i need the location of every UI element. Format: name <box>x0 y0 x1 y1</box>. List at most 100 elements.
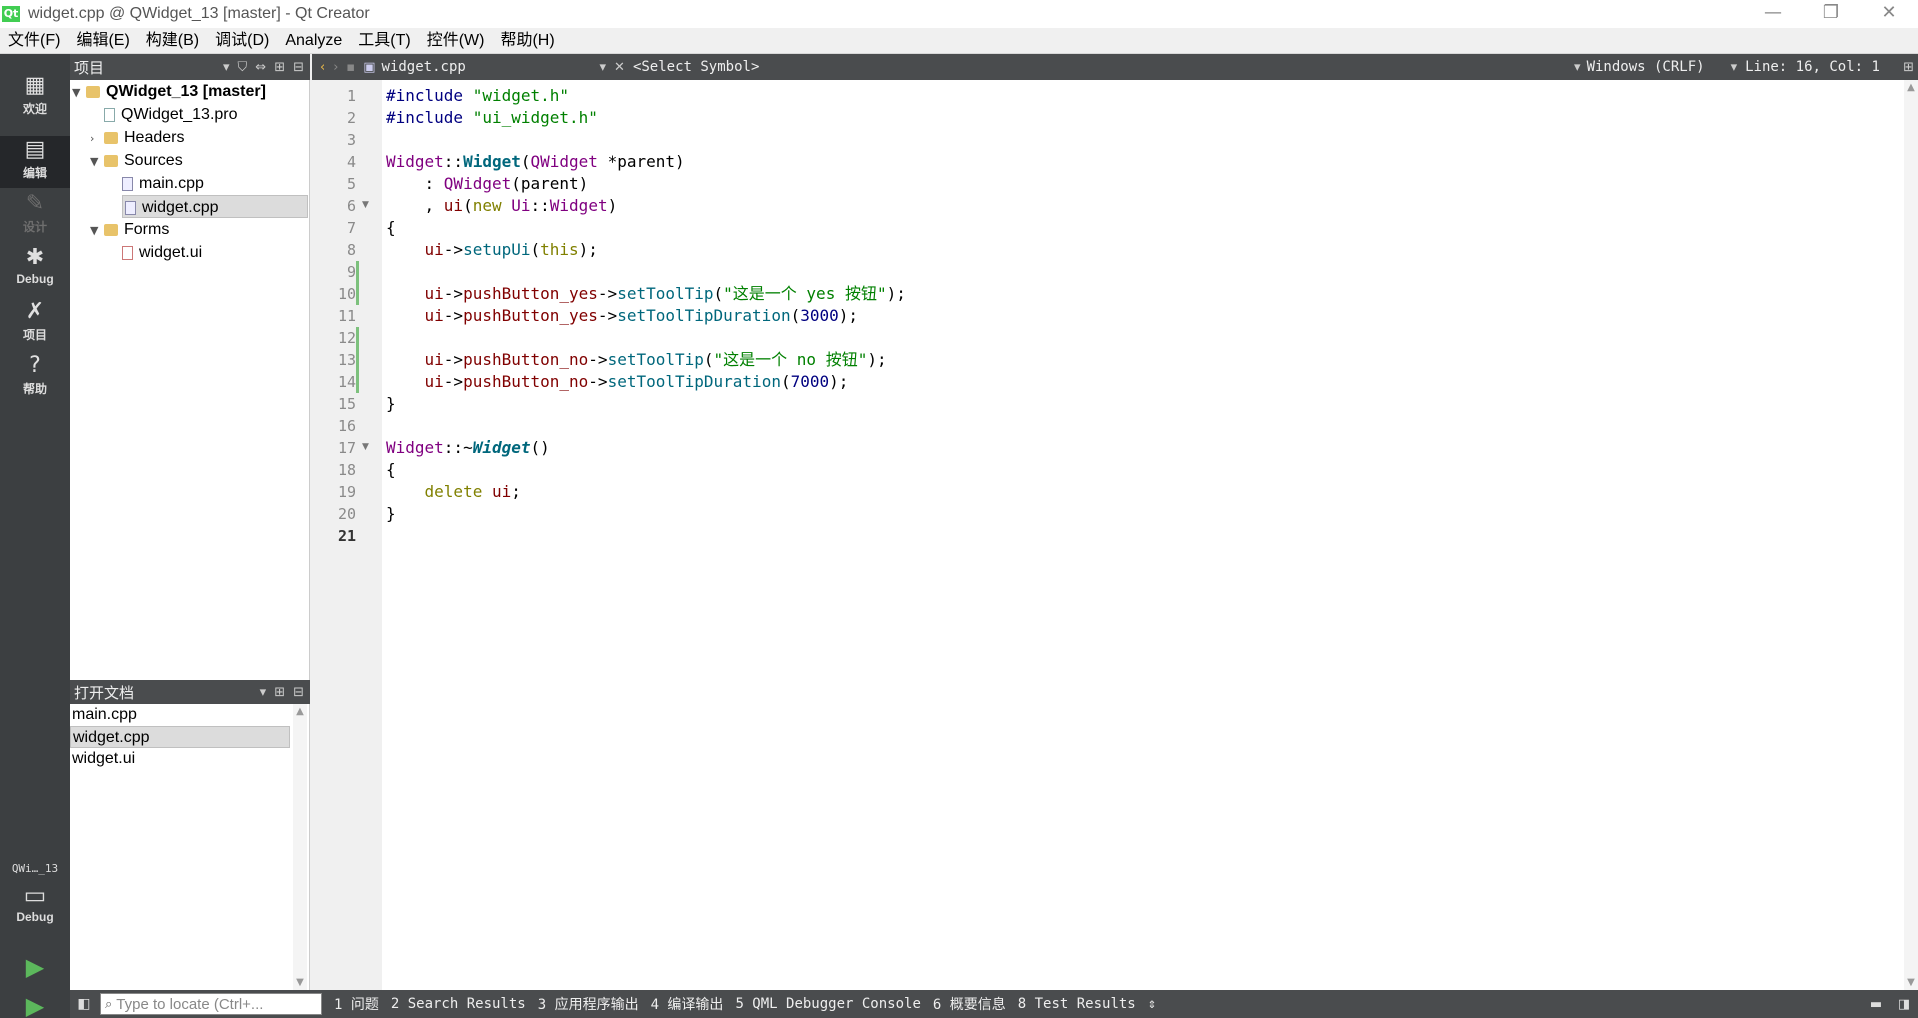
expanded-arrow-icon[interactable]: ▼ <box>72 81 86 104</box>
split-editor-icon[interactable]: ⊞ <box>1903 60 1914 75</box>
open-doc-item[interactable]: widget.cpp <box>70 726 290 748</box>
filter-icon[interactable]: ⛉ <box>238 60 248 75</box>
folder-icon <box>104 223 118 236</box>
menu-tools[interactable]: 工具(T) <box>350 28 418 54</box>
scroll-down-icon[interactable]: ▼ <box>293 977 307 988</box>
close-button[interactable]: ✕ <box>1860 0 1918 28</box>
split-icon[interactable]: ⊞ <box>274 685 285 700</box>
forward-icon[interactable]: › <box>333 60 338 75</box>
code-line: , ui(new Ui::Widget) <box>386 196 618 215</box>
open-doc-item[interactable]: widget.ui <box>70 748 290 770</box>
tree-item-widget-cpp[interactable]: widget.cpp <box>122 195 308 218</box>
current-file-selector[interactable]: widget.cpp <box>382 59 592 75</box>
expanded-arrow-icon[interactable]: ▼ <box>90 150 104 173</box>
symbol-selector[interactable]: <Select Symbol> <box>633 59 759 75</box>
menu-debug[interactable]: 调试(D) <box>207 28 277 54</box>
menu-help[interactable]: 帮助(H) <box>492 28 562 54</box>
symbol-dropdown-icon[interactable]: ▾ <box>1574 60 1581 75</box>
minimize-button[interactable]: — <box>1744 0 1802 28</box>
fold-arrow-icon[interactable]: ▼ <box>362 200 369 210</box>
project-pane-title[interactable]: 项目 <box>70 57 104 78</box>
close-pane-icon[interactable]: ⊟ <box>293 685 304 700</box>
mode-projects[interactable]: ✗ 项目 <box>0 298 70 350</box>
dropdown-icon[interactable]: ▾ <box>260 685 267 700</box>
progress-details-icon[interactable]: ▬ <box>1862 997 1890 1012</box>
tab-general-messages[interactable]: 6 概要信息 <box>933 994 1006 1014</box>
code-editor[interactable]: #include "widget.h" #include "ui_widget.… <box>382 80 1904 990</box>
tab-test-results[interactable]: 8 Test Results <box>1018 996 1136 1012</box>
tree-item-sources[interactable]: ▼ Sources <box>90 149 183 172</box>
open-documents-list: main.cpp widget.cpp widget.ui ▲ ▼ <box>70 704 310 990</box>
line-number: 12 <box>337 329 356 347</box>
dropdown-icon[interactable]: ▾ <box>223 60 230 75</box>
line-number: 21 <box>337 527 356 545</box>
mode-design[interactable]: ✎ 设计 <box>0 190 70 242</box>
cpp-file-icon: ▣ <box>363 59 376 75</box>
project-pane-toolbar: 项目 ▾ ⛉ ⇔ ⊞ ⊟ <box>70 54 310 80</box>
open-documents-title[interactable]: 打开文档 <box>70 682 134 703</box>
more-tabs-icon[interactable]: ⇕ <box>1148 996 1156 1012</box>
menu-controls[interactable]: 控件(W) <box>419 28 493 54</box>
cursor-position[interactable]: Line: 16, Col: 1 <box>1745 59 1895 75</box>
editor-scrollbar[interactable]: ▲ ▼ <box>1904 80 1918 990</box>
code-line: : QWidget(parent) <box>386 174 589 193</box>
tree-item-forms[interactable]: ▼ Forms <box>90 218 169 241</box>
mode-help[interactable]: ? 帮助 <box>0 352 70 404</box>
menu-edit[interactable]: 编辑(E) <box>68 28 137 54</box>
scroll-down-icon[interactable]: ▼ <box>1904 977 1918 988</box>
lock-icon: ▪ <box>346 59 356 75</box>
tree-item-widget-ui[interactable]: widget.ui <box>108 241 202 264</box>
scroll-up-icon[interactable]: ▲ <box>293 706 307 717</box>
menu-file[interactable]: 文件(F) <box>0 28 68 54</box>
run-button[interactable]: ▶ <box>0 949 70 985</box>
menu-bar: 文件(F) 编辑(E) 构建(B) 调试(D) Analyze 工具(T) 控件… <box>0 28 1918 54</box>
back-icon[interactable]: ‹ <box>320 60 325 75</box>
grid-icon: ▦ <box>24 73 46 98</box>
restore-button[interactable]: ❐ <box>1802 0 1860 28</box>
bug-icon: ✱ <box>25 245 45 270</box>
link-icon[interactable]: ⇔ <box>255 60 266 75</box>
fold-arrow-icon[interactable]: ▼ <box>362 442 369 452</box>
tab-issues[interactable]: 1 问题 <box>334 994 379 1014</box>
open-doc-item[interactable]: main.cpp <box>70 704 290 726</box>
toggle-sidebar-icon[interactable]: ◧ <box>70 990 98 1018</box>
locator-input[interactable]: ⌕ Type to locate (Ctrl+... <box>100 993 322 1015</box>
tab-application-output[interactable]: 3 应用程序输出 <box>538 994 639 1014</box>
menu-build[interactable]: 构建(B) <box>138 28 207 54</box>
menu-analyze[interactable]: Analyze <box>277 28 350 54</box>
tree-item-project[interactable]: ▼ QWidget_13 [master] <box>72 80 266 103</box>
pencil-icon: ✎ <box>25 191 45 216</box>
tab-qml-debugger-console[interactable]: 5 QML Debugger Console <box>735 996 920 1012</box>
debug-run-button[interactable]: ▶ <box>0 988 70 1018</box>
expanded-arrow-icon[interactable]: ▼ <box>90 219 104 242</box>
scroll-up-icon[interactable]: ▲ <box>1904 82 1918 93</box>
tree-item-pro-file[interactable]: QWidget_13.pro <box>90 103 238 126</box>
line-ending-dropdown-icon[interactable]: ▾ <box>1731 60 1738 75</box>
mode-edit[interactable]: ▤ 编辑 <box>0 136 70 188</box>
tree-item-main-cpp[interactable]: main.cpp <box>108 172 204 195</box>
open-documents-toolbar: 打开文档 ▾ ⊞ ⊟ <box>70 680 310 704</box>
collapsed-arrow-icon[interactable]: › <box>90 127 104 150</box>
close-pane-icon[interactable]: ⊟ <box>293 60 304 75</box>
folder-icon <box>86 85 100 98</box>
folder-icon <box>104 131 118 144</box>
line-number: 15 <box>337 395 356 413</box>
mode-welcome[interactable]: ▦ 欢迎 <box>0 72 70 124</box>
mode-debug[interactable]: ✱ Debug <box>0 244 70 296</box>
tree-item-headers[interactable]: › Headers <box>90 126 184 149</box>
toggle-right-sidebar-icon[interactable]: ◨ <box>1890 997 1918 1012</box>
tab-search-results[interactable]: 2 Search Results <box>391 996 526 1012</box>
line-number: 11 <box>337 307 356 325</box>
close-document-icon[interactable]: ✕ <box>614 60 625 75</box>
kit-selector[interactable]: ▭ Debug <box>0 880 70 936</box>
file-dropdown-icon[interactable]: ▾ <box>600 60 607 75</box>
monitor-icon: ▭ <box>23 881 47 909</box>
split-icon[interactable]: ⊞ <box>274 60 285 75</box>
title-bar: Qt widget.cpp @ QWidget_13 [master] - Qt… <box>0 0 1918 28</box>
line-number: 2 <box>346 109 356 127</box>
line-ending-selector[interactable]: Windows (CRLF) <box>1587 59 1723 75</box>
tab-compile-output[interactable]: 4 编译输出 <box>651 994 724 1014</box>
line-number: 16 <box>337 417 356 435</box>
qt-creator-icon: Qt <box>2 6 20 22</box>
open-docs-scrollbar[interactable]: ▲ ▼ <box>293 704 307 990</box>
